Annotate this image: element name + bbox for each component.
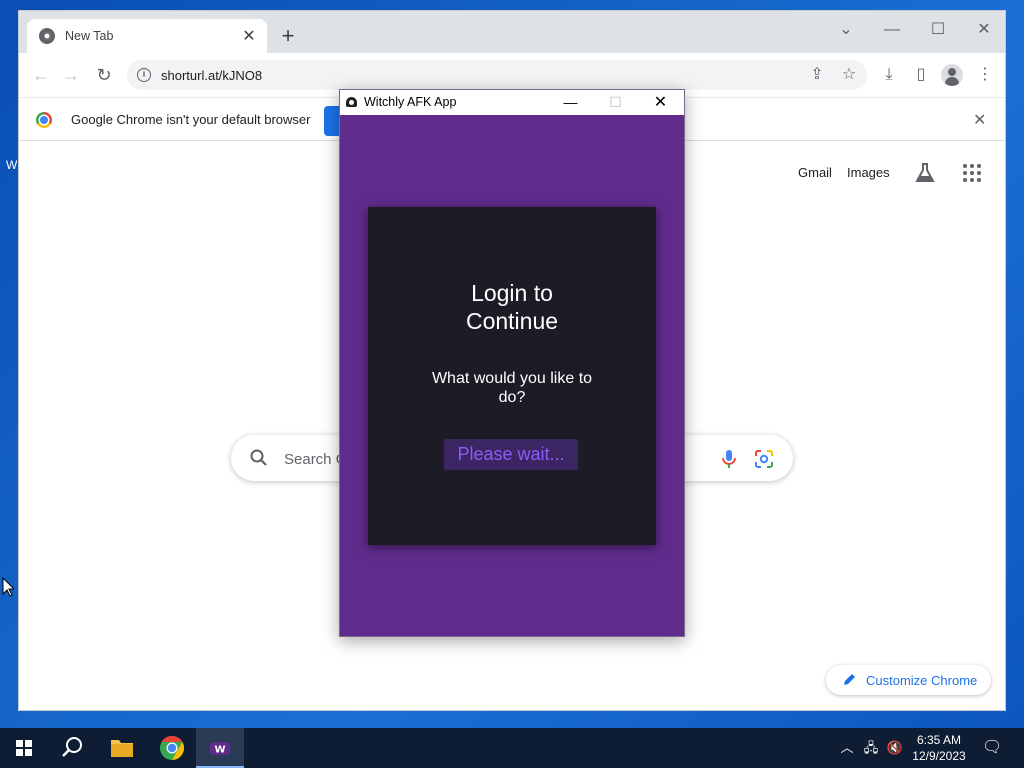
forward-icon[interactable]: → <box>59 63 83 87</box>
svg-text:W: W <box>214 745 225 756</box>
download-icon[interactable]: ⤓ <box>877 63 901 87</box>
taskbar-search-icon <box>62 737 82 757</box>
app-close-button[interactable]: ✕ <box>638 90 683 115</box>
google-apps-icon[interactable] <box>963 164 981 182</box>
back-icon[interactable]: ← <box>29 63 53 87</box>
desktop-icon-label: W <box>6 158 18 172</box>
reload-icon[interactable]: ↻ <box>92 63 116 87</box>
pencil-icon <box>844 674 855 685</box>
chrome-logo-icon <box>36 112 52 128</box>
customize-chrome-button[interactable]: Customize Chrome <box>826 665 991 695</box>
app-titlebar[interactable]: Witchly AFK App — ☐ ✕ <box>340 90 684 115</box>
notifications-icon[interactable]: 🗨 <box>982 739 1002 757</box>
chrome-taskbar-icon <box>160 736 185 760</box>
desktop-icon-partial[interactable]: W <box>0 140 18 180</box>
windows-logo-icon <box>16 740 32 756</box>
google-lens-icon[interactable] <box>754 449 774 469</box>
maximize-button[interactable]: ☐ <box>923 17 953 43</box>
witchly-taskbar-icon: W <box>210 742 230 756</box>
tab-title: New Tab <box>65 29 114 43</box>
side-panel-icon[interactable]: ▯ <box>909 63 933 87</box>
show-hidden-icons-icon[interactable]: ︿ <box>838 739 856 757</box>
app-maximize-button[interactable]: ☐ <box>593 90 638 115</box>
new-tab-button[interactable]: + <box>275 23 301 49</box>
taskbar-clock[interactable]: 6:35 AM 12/9/2023 <box>906 732 972 764</box>
tab-search-icon[interactable]: ⌄ <box>831 17 861 43</box>
address-url: shorturl.at/kJNO8 <box>161 67 263 83</box>
profile-avatar-icon[interactable] <box>941 64 963 86</box>
address-bar[interactable]: i shorturl.at/kJNO8 <box>127 60 867 90</box>
please-wait-button[interactable]: Please wait... <box>444 439 578 470</box>
login-card: Login to Continue What would you like to… <box>368 207 656 545</box>
witchly-logo-icon <box>346 97 357 107</box>
taskbar-search-button[interactable] <box>48 728 96 768</box>
login-heading: Login to Continue <box>465 280 559 334</box>
site-info-icon[interactable]: i <box>137 68 151 82</box>
labs-flask-icon[interactable] <box>913 161 937 185</box>
witchly-app-window: Witchly AFK App — ☐ ✕ Login to Continue … <box>339 89 685 637</box>
chrome-taskbar-button[interactable] <box>148 728 196 768</box>
tab-close-icon[interactable]: ✕ <box>241 26 257 46</box>
tab-strip: New Tab ✕ + ⌄ — ☐ ✕ <box>19 11 1005 53</box>
clock-date: 12/9/2023 <box>912 749 966 763</box>
mouse-cursor-icon <box>2 577 14 597</box>
witchly-taskbar-button[interactable]: W <box>196 728 244 768</box>
minimize-button[interactable]: — <box>877 17 907 43</box>
bookmark-star-icon[interactable]: ☆ <box>837 63 861 87</box>
app-minimize-button[interactable]: — <box>548 90 593 115</box>
clock-time: 6:35 AM <box>916 733 962 747</box>
infobar-message: Google Chrome isn't your default browser <box>71 112 311 127</box>
close-window-button[interactable]: ✕ <box>969 17 999 43</box>
login-question: What would you like to do? <box>431 370 593 406</box>
infobar-close-icon[interactable]: ✕ <box>973 110 986 130</box>
start-button[interactable] <box>0 728 48 768</box>
search-placeholder: Search G <box>284 451 348 468</box>
customize-chrome-label: Customize Chrome <box>866 672 978 688</box>
gmail-link[interactable]: Gmail <box>798 165 832 180</box>
chrome-favicon-icon <box>39 28 55 44</box>
search-icon <box>250 449 267 466</box>
share-icon[interactable]: ⇪ <box>805 63 829 87</box>
app-title: Witchly AFK App <box>364 95 457 109</box>
volume-muted-icon[interactable]: 🔇 <box>886 739 904 757</box>
images-link[interactable]: Images <box>847 165 890 180</box>
microphone-icon[interactable] <box>719 448 739 470</box>
tab-new-tab[interactable]: New Tab ✕ <box>27 19 267 53</box>
network-icon[interactable]: 🖧 <box>862 739 880 757</box>
folder-icon <box>111 740 133 757</box>
file-explorer-button[interactable] <box>98 728 146 768</box>
menu-kebab-icon[interactable]: ⋮ <box>973 63 997 87</box>
taskbar: W ︿ 🖧 🔇 6:35 AM 12/9/2023 🗨 <box>0 728 1024 768</box>
